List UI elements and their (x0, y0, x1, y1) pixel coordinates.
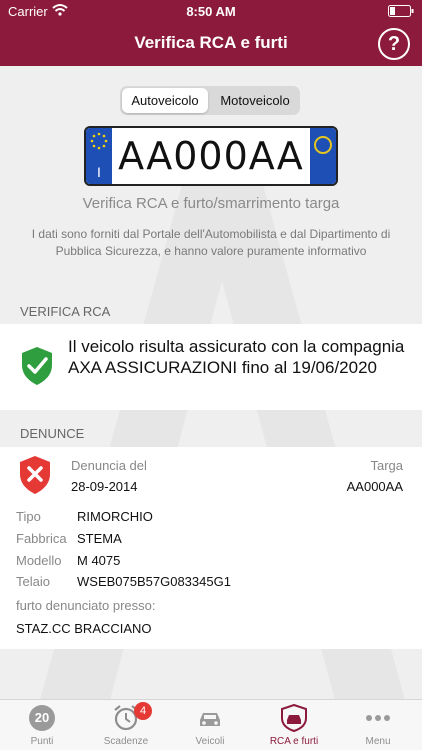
vehicle-type-selector: Autoveicolo Motoveicolo (120, 86, 300, 115)
denuncia-card: Denuncia del 28-09-2014 Targa AA000AA Ti… (0, 447, 422, 649)
furto-label: furto denunciato presso: (16, 598, 156, 613)
clock-time: 8:50 AM (186, 4, 236, 19)
status-bar: Carrier 8:50 AM (0, 0, 422, 22)
car-shield-icon (281, 704, 307, 732)
section-header-rca: VERIFICA RCA (20, 304, 111, 319)
subtitle: Verifica RCA e furto/smarrimento targa (82, 195, 340, 212)
plate-right-stripe (310, 128, 336, 184)
furto-value: STAZ.CC BRACCIANO (16, 621, 152, 636)
tab-rca-furti[interactable]: RCA e furti (252, 700, 336, 750)
car-icon (200, 713, 220, 726)
tab-bar: 20 Punti 4 Scadenze Veicoli RCA e furti … (0, 699, 422, 750)
country-code: I (97, 164, 101, 180)
plate-number: AA000AA (118, 134, 304, 178)
rca-result-card: Il veicolo risulta assicurato con la com… (0, 324, 422, 410)
modello-value: M 4075 (77, 553, 121, 568)
points-icon: 20 (28, 704, 56, 732)
fabbrica-label: Fabbrica (16, 531, 67, 546)
segment-autoveicolo[interactable]: Autoveicolo (122, 88, 208, 113)
tab-scadenze[interactable]: 4 Scadenze (84, 700, 168, 750)
denuncia-date-value: 28-09-2014 (71, 479, 138, 494)
page-title: Verifica RCA e furti (134, 33, 288, 52)
tab-menu[interactable]: Menu (336, 700, 420, 750)
license-plate[interactable]: I AA000AA (84, 126, 338, 186)
tipo-label: Tipo (16, 509, 41, 524)
tab-label: Scadenze (103, 736, 149, 747)
targa-value: AA000AA (346, 479, 403, 494)
shield-check-icon (22, 347, 52, 385)
eu-stars-icon (90, 132, 108, 150)
tab-label: Menu (365, 736, 391, 747)
help-button[interactable]: ? (378, 28, 410, 60)
rca-status-message: Il veicolo risulta assicurato con la com… (68, 337, 405, 377)
tab-punti[interactable]: 20 Punti (0, 700, 84, 750)
scadenze-badge: 4 (134, 702, 152, 720)
telaio-value: WSEB075B57G083345G1 (77, 574, 231, 589)
tipo-value: RIMORCHIO (77, 509, 153, 524)
modello-label: Modello (16, 553, 62, 568)
disclaimer-text: I dati sono forniti dal Portale dell'Aut… (31, 227, 391, 258)
eu-stripe: I (86, 128, 112, 184)
telaio-label: Telaio (16, 574, 50, 589)
tab-label: Veicoli (195, 736, 225, 747)
segment-motoveicolo[interactable]: Motoveicolo (212, 88, 298, 113)
tab-veicoli[interactable]: Veicoli (168, 700, 252, 750)
denuncia-date-label: Denuncia del (71, 458, 147, 473)
points-value: 20 (34, 710, 50, 725)
battery-icon (388, 5, 414, 20)
targa-label: Targa (370, 458, 403, 473)
shield-x-icon (20, 456, 50, 494)
tab-label: RCA e furti (269, 736, 319, 747)
more-dots-icon (366, 715, 390, 721)
navigation-bar: Verifica RCA e furti ? (0, 22, 422, 66)
tab-label: Punti (30, 736, 54, 747)
fabbrica-value: STEMA (77, 531, 122, 546)
section-header-denunce: DENUNCE (20, 426, 85, 441)
province-circle-icon (314, 136, 332, 154)
